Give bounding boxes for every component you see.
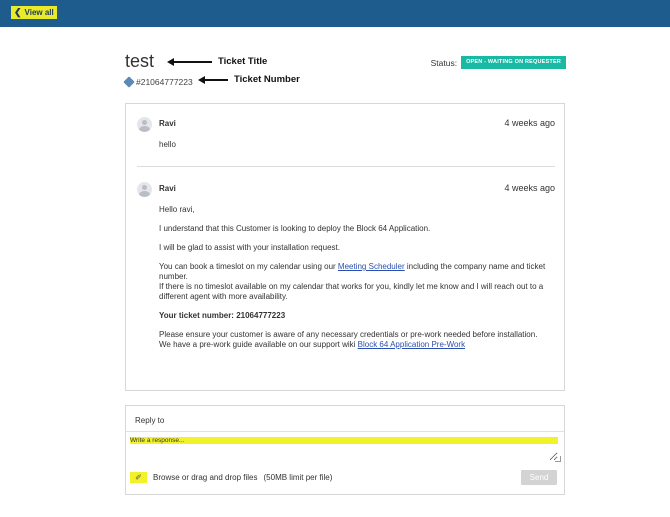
pre-work-guide-link[interactable]: Block 64 Application Pre-Work [358,340,465,349]
ticket-number-annotation-label: Ticket Number [234,74,300,85]
ticket-status: Status: OPEN - WAITING ON REQUESTER [431,56,566,69]
attach-limit: (50MB limit per file) [263,473,333,482]
ticket-title-annotation-label: Ticket Title [218,56,268,67]
message-text: Please ensure your customer is aware of … [159,330,538,339]
ticket-title-annotation: Ticket Title [167,56,267,67]
status-badge: OPEN - WAITING ON REQUESTER [461,56,566,69]
reply-box: Reply to ✐ Browse or drag and drop files… [125,405,565,495]
meeting-scheduler-link[interactable]: Meeting Scheduler [338,262,405,271]
message-text: hello [159,140,176,149]
message-item: Ravi 4 weeks ago hello [137,117,555,157]
attach-text: Browse or drag and drop files [153,473,258,482]
message-ticket-number: Your ticket number: 21064777223 [159,311,286,320]
message-author: Ravi [159,119,176,128]
avatar [137,182,152,197]
reply-to-label: Reply to [135,416,165,425]
tag-icon [123,76,135,88]
message-body: Hello ravi, I understand that this Custo… [159,205,555,359]
message-paragraph: Please ensure your customer is aware of … [159,330,555,350]
arrow-left-icon [198,75,228,84]
message-paragraph: You can book a timeslot on my calendar u… [159,262,555,302]
message-text: You can book a timeslot on my calendar u… [159,262,338,271]
ticket-number: #21064777223 [123,76,193,88]
resize-handle-icon[interactable] [555,456,561,462]
view-all-button[interactable]: ❮ View all [11,6,57,19]
message-time: 4 weeks ago [504,183,555,193]
message-paragraph: I will be glad to assist with your insta… [159,243,340,252]
message-author: Ravi [159,184,176,193]
avatar [137,117,152,132]
status-label: Status: [430,57,458,68]
ticket-title: test [125,51,155,71]
message-paragraph: I understand that this Customer is looki… [159,224,431,233]
message-thread: Ravi 4 weeks ago hello Ravi 4 weeks ago … [125,103,565,391]
file-upload-area[interactable]: ✐ Browse or drag and drop files (50MB li… [130,472,332,483]
ticket-number-annotation: Ticket Number [198,74,300,85]
message-text: We have a pre-work guide available on ou… [159,340,358,349]
ticket-number-text: #21064777223 [136,77,193,87]
message-body: hello [159,140,555,159]
send-button[interactable]: Send [521,470,557,485]
message-text: If there is no timeslot available on my … [159,282,544,301]
reply-divider [126,431,564,432]
top-bar: ❮ View all [0,0,670,27]
message-greeting: Hello ravi, [159,205,195,214]
chevron-left-icon: ❮ [14,7,22,17]
message-time: 4 weeks ago [504,118,555,128]
response-input[interactable] [130,437,558,461]
arrow-left-icon [167,57,212,66]
view-all-label: View all [24,8,54,17]
message-divider [137,166,555,167]
paperclip-icon[interactable]: ✐ [130,472,147,483]
message-item: Ravi 4 weeks ago Hello ravi, I understan… [137,182,555,382]
